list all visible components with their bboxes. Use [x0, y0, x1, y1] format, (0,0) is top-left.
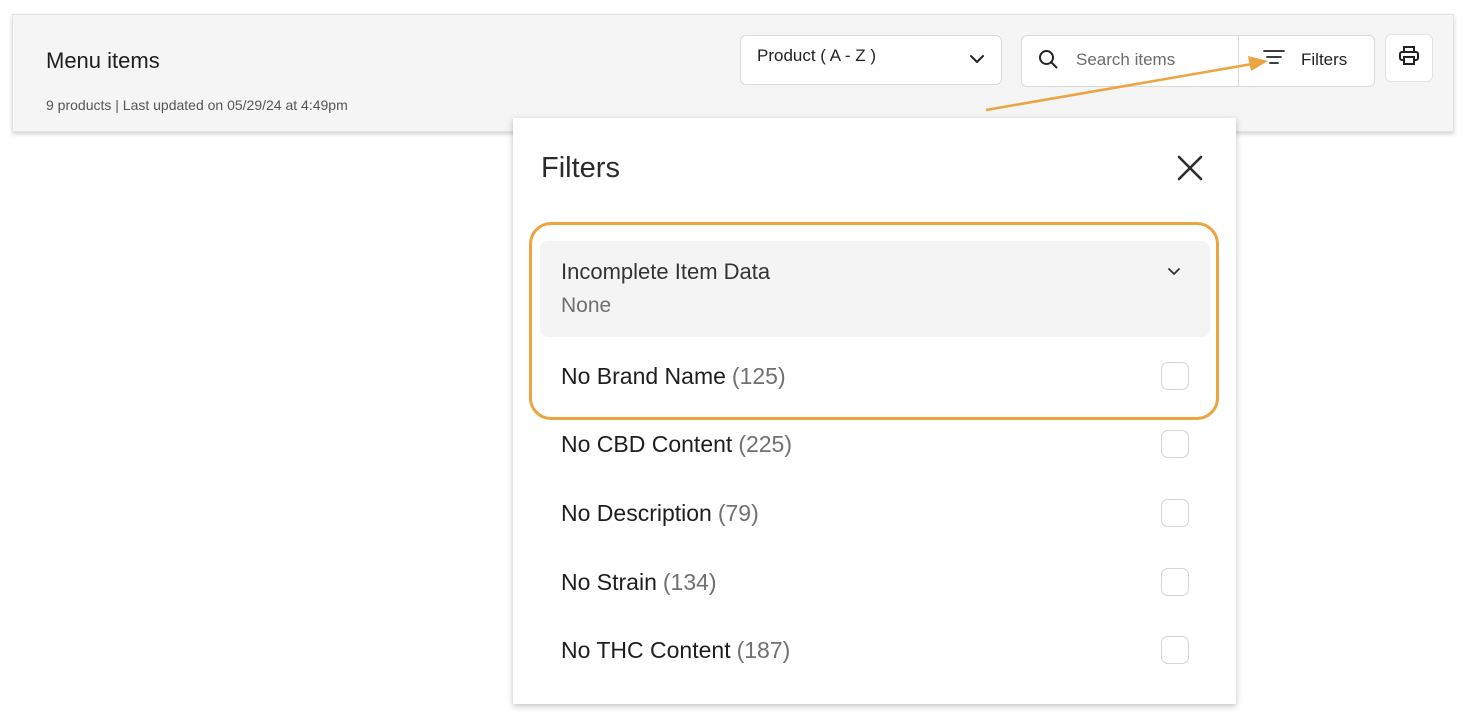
filter-lines-icon	[1263, 49, 1285, 70]
chevron-down-icon	[1167, 263, 1181, 281]
products-meta: 9 products | Last updated on 05/29/24 at…	[46, 97, 348, 113]
menu-items-header: Menu items 9 products | Last updated on …	[12, 14, 1454, 132]
print-button[interactable]	[1385, 34, 1433, 82]
filter-option-count: (79)	[717, 499, 759, 526]
search-icon	[1022, 36, 1074, 86]
filter-option-count: (225)	[738, 430, 793, 457]
printer-icon	[1398, 45, 1420, 72]
filters-button[interactable]: Filters	[1239, 36, 1374, 86]
filter-option-label: No Strain	[561, 568, 657, 595]
search-input[interactable]	[1074, 48, 1234, 74]
filter-option-no-cbd-content[interactable]: No CBD Content (225)	[561, 424, 1189, 464]
close-icon	[1177, 155, 1203, 186]
checkbox[interactable]	[1161, 636, 1189, 664]
accordion-value: None	[561, 294, 612, 317]
filter-option-label: No Brand Name	[561, 362, 726, 389]
filter-option-label: No Description	[561, 499, 712, 526]
incomplete-item-data-accordion[interactable]: Incomplete Item Data None	[540, 241, 1210, 337]
filters-button-label: Filters	[1301, 49, 1348, 69]
filter-option-count: (125)	[731, 362, 786, 389]
filter-option-no-strain[interactable]: No Strain (134)	[561, 562, 1189, 602]
accordion-title: Incomplete Item Data	[561, 259, 771, 284]
filter-option-no-brand-name[interactable]: No Brand Name (125)	[561, 356, 1189, 396]
checkbox[interactable]	[1161, 362, 1189, 390]
page-title: Menu items	[46, 48, 160, 73]
checkbox[interactable]	[1161, 499, 1189, 527]
checkbox[interactable]	[1161, 430, 1189, 458]
filters-panel-title: Filters	[541, 152, 620, 184]
close-button[interactable]	[1172, 152, 1208, 188]
sort-select[interactable]: Product ( A - Z )	[740, 35, 1002, 85]
filters-panel: Filters Incomplete Item Data None No Bra…	[513, 118, 1236, 704]
filter-option-no-thc-content[interactable]: No THC Content (187)	[561, 630, 1189, 670]
chevron-down-icon	[969, 51, 985, 69]
filter-option-count: (134)	[662, 568, 717, 595]
filter-option-no-description[interactable]: No Description (79)	[561, 493, 1189, 533]
checkbox[interactable]	[1161, 568, 1189, 596]
filter-option-count: (187)	[736, 636, 791, 663]
search-box: Filters	[1021, 35, 1375, 87]
filter-option-label: No THC Content	[561, 636, 731, 663]
sort-selected-value: Product ( A - Z )	[757, 46, 877, 65]
filter-option-label: No CBD Content	[561, 430, 733, 457]
